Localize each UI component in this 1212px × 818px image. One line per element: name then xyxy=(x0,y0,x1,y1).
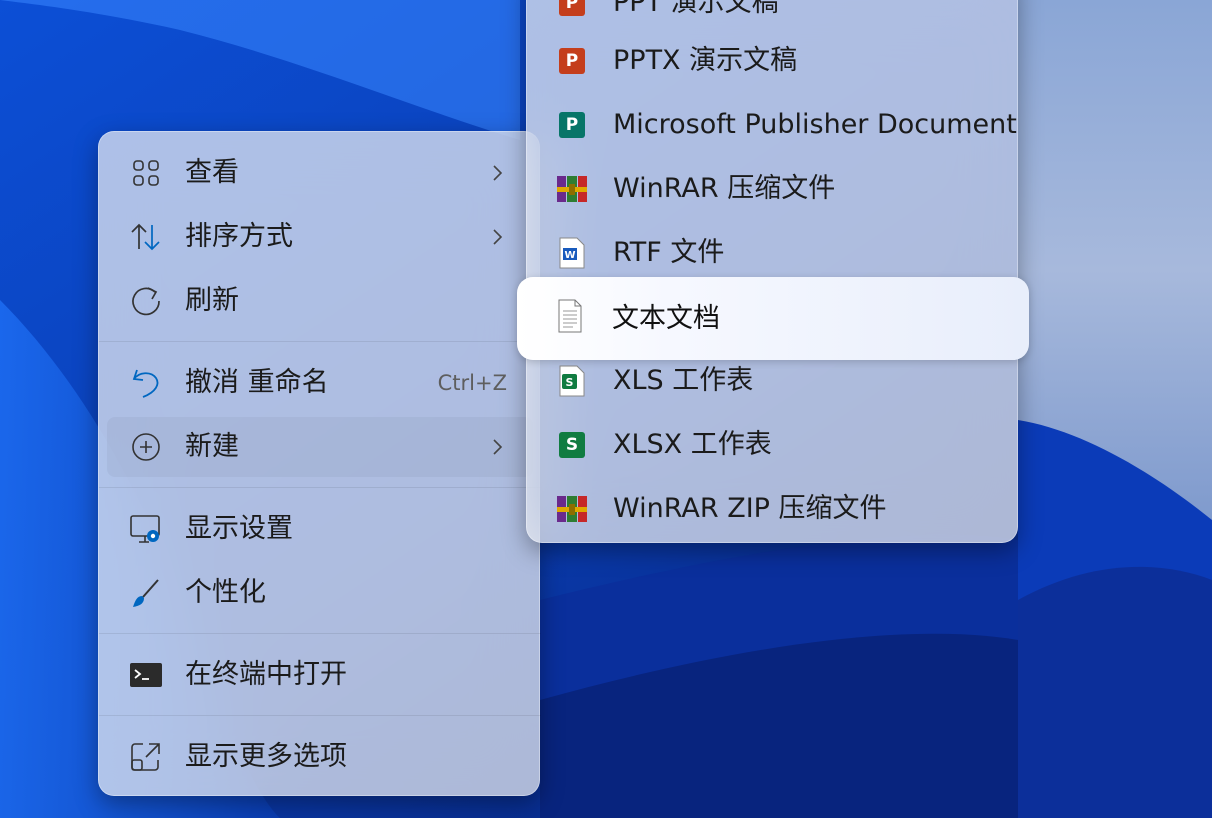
submenu-item-label: Microsoft Publisher Document xyxy=(613,109,1017,140)
undo-icon xyxy=(129,366,163,400)
menu-item-personalize[interactable]: 个性化 xyxy=(99,561,541,625)
submenu-item-label: WinRAR ZIP 压缩文件 xyxy=(613,493,887,524)
add-circle-icon xyxy=(129,430,163,464)
submenu-item-label: 文本文档 xyxy=(612,303,720,334)
display-settings-icon xyxy=(129,512,163,546)
submenu-item-label: XLSX 工作表 xyxy=(613,429,772,460)
menu-item-label: 排序方式 xyxy=(185,221,293,252)
refresh-icon xyxy=(129,284,163,318)
submenu-item-winrar[interactable]: WinRAR 压缩文件 xyxy=(527,157,1019,221)
chevron-right-icon xyxy=(493,229,503,245)
menu-item-label: 显示更多选项 xyxy=(185,741,347,772)
menu-item-show-more-options[interactable]: 显示更多选项 xyxy=(99,725,541,789)
svg-text:S: S xyxy=(566,376,574,389)
text-document-icon xyxy=(557,299,587,335)
excel-icon: S xyxy=(555,364,589,398)
menu-item-view[interactable]: 查看 xyxy=(99,141,541,205)
menu-item-label: 刷新 xyxy=(185,285,239,316)
menu-item-label: 个性化 xyxy=(185,577,266,608)
context-menu: 查看 排序方式 刷新 撤消 重命名 Ctrl+Z 新建 显示设置 个性化 在终端… xyxy=(98,131,541,796)
powerpoint-icon: P xyxy=(555,44,589,78)
submenu-item-xlsx[interactable]: S XLSX 工作表 xyxy=(527,413,1019,477)
menu-item-display-settings[interactable]: 显示设置 xyxy=(99,497,541,561)
submenu-item-label: PPTX 演示文稿 xyxy=(613,45,798,76)
submenu-item-pptx[interactable]: P PPTX 演示文稿 xyxy=(527,29,1019,93)
menu-item-refresh[interactable]: 刷新 xyxy=(99,269,541,333)
word-doc-icon: W xyxy=(555,236,589,270)
submenu-item-winrar-zip[interactable]: WinRAR ZIP 压缩文件 xyxy=(527,477,1019,541)
menu-item-label: 新建 xyxy=(185,431,239,462)
keyboard-shortcut: Ctrl+Z xyxy=(437,371,507,395)
menu-item-label: 在终端中打开 xyxy=(185,659,347,690)
menu-item-undo-rename[interactable]: 撤消 重命名 Ctrl+Z xyxy=(99,351,541,415)
winrar-icon xyxy=(555,172,589,206)
menu-separator xyxy=(99,633,541,634)
menu-item-label: 查看 xyxy=(185,157,239,188)
winrar-icon xyxy=(555,492,589,526)
submenu-item-rtf[interactable]: W RTF 文件 xyxy=(527,221,1019,285)
svg-text:W: W xyxy=(564,250,575,261)
submenu-item-text-document[interactable]: 文本文档 xyxy=(517,277,1029,360)
excel-icon: S xyxy=(555,428,589,462)
powerpoint-icon: P xyxy=(555,0,589,20)
chevron-right-icon xyxy=(493,439,503,455)
menu-item-label: 显示设置 xyxy=(185,513,293,544)
chevron-right-icon xyxy=(493,165,503,181)
submenu-item-label: WinRAR 压缩文件 xyxy=(613,173,836,204)
more-options-icon xyxy=(129,740,163,774)
submenu-item-publisher[interactable]: P Microsoft Publisher Document xyxy=(527,93,1019,157)
terminal-icon xyxy=(129,658,163,692)
submenu-item-label: RTF 文件 xyxy=(613,237,725,268)
brush-icon xyxy=(129,576,163,610)
sort-icon xyxy=(129,220,163,254)
menu-item-open-terminal[interactable]: 在终端中打开 xyxy=(99,643,541,707)
publisher-icon: P xyxy=(555,108,589,142)
grid-view-icon xyxy=(129,156,163,190)
menu-separator xyxy=(99,341,541,342)
menu-item-new[interactable]: 新建 xyxy=(99,415,541,479)
menu-item-label: 撤消 重命名 xyxy=(185,367,329,398)
menu-separator xyxy=(99,487,541,488)
menu-item-sort[interactable]: 排序方式 xyxy=(99,205,541,269)
new-submenu: P PPT 演示文稿 P PPTX 演示文稿 P Microsoft Publi… xyxy=(526,0,1018,543)
menu-separator xyxy=(99,715,541,716)
